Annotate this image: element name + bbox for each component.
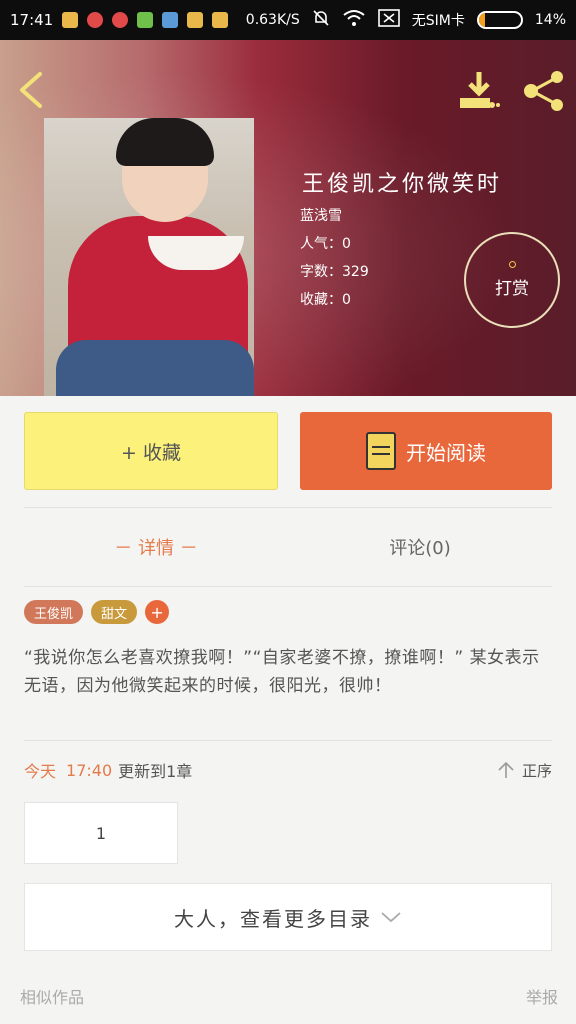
net-speed: 0.63K/S [245, 12, 300, 28]
share-icon [524, 71, 563, 111]
checklist-icon [137, 12, 154, 28]
mute-icon [312, 9, 330, 31]
update-text: 更新到1章 [118, 762, 193, 781]
arrow-up-icon [498, 761, 514, 778]
notification-icon [62, 12, 79, 28]
share-button[interactable] [522, 70, 566, 112]
start-reading-label: 开始阅读 [406, 440, 486, 465]
start-reading-button[interactable]: 开始阅读 [300, 412, 552, 490]
hammer-icon [187, 12, 204, 28]
chevron-down-icon [381, 912, 401, 923]
book-meta: 蓝浅雪 人气：0 字数：329 收藏：0 [300, 202, 369, 314]
sort-order-label: 正序 [521, 761, 552, 780]
add-tag-button[interactable]: + [145, 600, 170, 624]
tab-details[interactable]: － 详情 － [24, 508, 288, 586]
coin-icon [508, 261, 516, 268]
book-icon [366, 432, 396, 470]
view-more-label: 大人，查看更多目录 [174, 906, 372, 931]
reward-label: 打赏 [495, 279, 529, 299]
back-button[interactable] [16, 70, 46, 110]
add-favorite-button[interactable]: + 收藏 [24, 412, 278, 490]
reward-button[interactable]: 打赏 [464, 232, 560, 328]
wifi-icon [342, 9, 366, 31]
tab-comments[interactable]: 评论(0) [288, 508, 552, 586]
tag-item[interactable]: 王俊凯 [24, 600, 84, 624]
book-title: 王俊凯之你微笑时 [302, 172, 503, 197]
status-bar: 17:41 0.63K/S 无SIM卡 14% [0, 0, 576, 40]
book-author[interactable]: 蓝浅雪 [300, 202, 369, 230]
image-icon [162, 12, 179, 28]
notification-icon [212, 12, 229, 28]
sort-order-button[interactable]: 正序 [496, 760, 552, 781]
book-synopsis: “我说你怎么老喜欢撩我啊！”“自家老婆不撩，撩谁啊！” 某女表示无语，因为他微笑… [24, 648, 540, 696]
weibo-icon [112, 12, 129, 28]
book-favorites: 收藏：0 [300, 292, 351, 308]
update-info: 今天 17:40 更新到1章 正序 [24, 756, 552, 784]
download-button[interactable] [458, 70, 500, 112]
similar-works-link[interactable]: 相似作品 [20, 984, 84, 1008]
no-sim-icon [377, 9, 400, 31]
download-icon [460, 72, 500, 108]
view-more-catalog-button[interactable]: 大人，查看更多目录 [24, 883, 552, 951]
tab-bar: － 详情 － 评论(0) [24, 508, 552, 586]
add-favorite-label: + 收藏 [121, 441, 181, 464]
tag-list: 王俊凯 甜文 + [24, 600, 170, 624]
book-header: 王俊凯之你微笑时 蓝浅雪 人气：0 字数：329 收藏：0 打赏 [0, 40, 576, 396]
divider [24, 740, 552, 741]
book-popularity: 人气：0 [300, 236, 351, 252]
book-cover [44, 118, 254, 396]
battery-icon [476, 11, 523, 29]
weibo-icon [87, 12, 104, 28]
book-word-count: 字数：329 [300, 264, 369, 280]
chapter-item[interactable]: 1 [24, 802, 178, 864]
tag-item[interactable]: 甜文 [91, 600, 138, 624]
update-day: 今天 [24, 762, 57, 781]
sim-status: 无SIM卡 [411, 13, 465, 29]
report-link[interactable]: 举报 [526, 984, 558, 1008]
divider [24, 586, 552, 587]
update-time: 17:40 [66, 760, 113, 780]
battery-percent: 14% [534, 12, 566, 28]
clock: 17:41 [10, 11, 54, 29]
